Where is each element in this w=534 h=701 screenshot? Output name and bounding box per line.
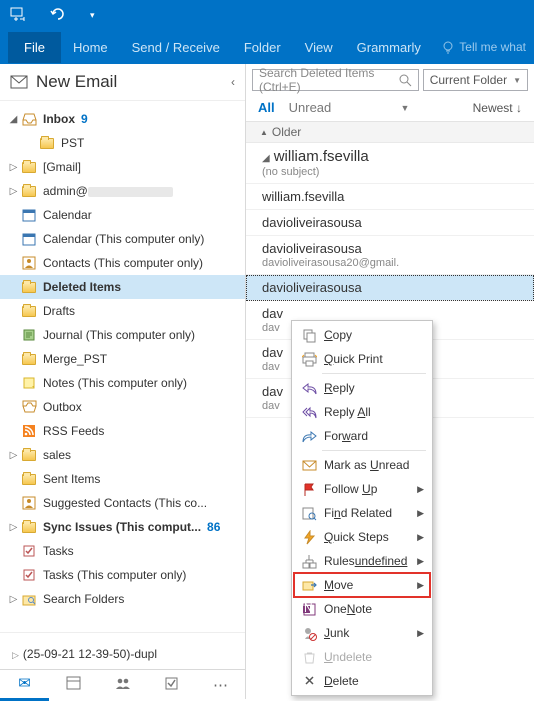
filter-all[interactable]: All: [258, 100, 275, 115]
nav-footer: ✉ ⋯: [0, 669, 245, 699]
find-icon: [298, 505, 320, 521]
envelope-closed-icon: [298, 457, 320, 473]
tree-item-notes[interactable]: Notes (This computer only): [0, 371, 245, 395]
collapse-nav-icon[interactable]: ‹: [231, 75, 235, 89]
tree-item-gmail[interactable]: ▷[Gmail]: [0, 155, 245, 179]
print-icon: [298, 351, 320, 367]
group-header-older[interactable]: ▲Older: [246, 122, 534, 143]
ctx-rules[interactable]: Rulesundefined▶: [294, 549, 430, 573]
tab-folder[interactable]: Folder: [232, 32, 293, 63]
tab-file[interactable]: File: [8, 32, 61, 63]
tree-item-calendar[interactable]: Calendar: [0, 203, 245, 227]
tree-item-journal[interactable]: Journal (This computer only): [0, 323, 245, 347]
forward-icon: [298, 428, 320, 444]
ctx-copy[interactable]: Copy: [294, 323, 430, 347]
ctx-followup[interactable]: Follow Up▶: [294, 477, 430, 501]
copy-icon: [298, 327, 320, 343]
tree-item-outbox[interactable]: Outbox: [0, 395, 245, 419]
qat-dropdown-icon[interactable]: ▾: [84, 6, 101, 25]
ctx-reply[interactable]: Reply: [294, 376, 430, 400]
search-scope-label: Current Folder: [430, 73, 507, 87]
ctx-onenote[interactable]: NOneNote: [294, 597, 430, 621]
undo-icon[interactable]: [44, 3, 72, 28]
search-scope-dropdown[interactable]: Current Folder ▼: [423, 69, 528, 91]
tree-item-sales[interactable]: ▷sales: [0, 443, 245, 467]
tree-item-drafts[interactable]: Drafts: [0, 299, 245, 323]
more-views-icon[interactable]: ⋯: [196, 670, 245, 700]
chevron-down-icon: ▼: [513, 76, 521, 85]
ctx-markunread[interactable]: Mark as Unread: [294, 453, 430, 477]
replyall-icon: [298, 404, 320, 420]
message-item[interactable]: william.fsevilla: [246, 184, 534, 210]
ctx-move[interactable]: Move▶: [294, 573, 430, 597]
tree-item-tasks[interactable]: Tasks: [0, 539, 245, 563]
message-item[interactable]: davioliveirasousa: [246, 210, 534, 236]
tree-item-admin[interactable]: ▷admin@: [0, 179, 245, 203]
tree-item-search-folders[interactable]: ▷Search Folders: [0, 587, 245, 611]
ctx-quickprint[interactable]: Quick Print: [294, 347, 430, 371]
tree-item-sync[interactable]: ▷Sync Issues (This comput...86: [0, 515, 245, 539]
sort-newest[interactable]: Newest ↓: [473, 101, 522, 115]
quicksteps-icon: [298, 529, 320, 545]
rules-icon: [298, 553, 320, 569]
bulb-icon: [441, 40, 455, 54]
ribbon-tabs: File Home Send / Receive Folder View Gra…: [0, 30, 534, 64]
data-file-item[interactable]: ▷(25-09-21 12-39-50)-dupl: [0, 639, 245, 669]
tree-item-pst[interactable]: PST: [0, 131, 245, 155]
message-item[interactable]: davioliveirasousa: [246, 275, 534, 301]
ctx-findrelated[interactable]: Find Related▶: [294, 501, 430, 525]
message-item[interactable]: davioliveirasousa davioliveirasousa20@gm…: [246, 236, 534, 275]
tree-item-contacts-tco[interactable]: Contacts (This computer only): [0, 251, 245, 275]
message-item[interactable]: ◢william.fsevilla (no subject): [246, 143, 534, 184]
tasks-view-icon[interactable]: [147, 670, 196, 700]
ctx-quicksteps[interactable]: Quick Steps▶: [294, 525, 430, 549]
filter-unread[interactable]: Unread: [289, 100, 332, 115]
tree-item-deleted[interactable]: Deleted Items: [0, 275, 245, 299]
delete-icon: [298, 673, 320, 689]
tree-item-inbox[interactable]: ◢Inbox9: [0, 107, 245, 131]
qat-send-receive-icon[interactable]: [4, 2, 32, 29]
mail-view-icon[interactable]: ✉: [0, 668, 49, 701]
calendar-view-icon[interactable]: [49, 669, 98, 700]
ctx-undelete: Undelete: [294, 645, 430, 669]
context-menu: CopyQuick Print ReplyReply AllForward Mark…: [291, 320, 433, 696]
move-icon: [298, 577, 320, 593]
tab-send-receive[interactable]: Send / Receive: [120, 32, 232, 63]
tell-me-label: Tell me what: [459, 40, 526, 54]
tab-grammarly[interactable]: Grammarly: [345, 32, 433, 63]
ctx-replyall[interactable]: Reply All: [294, 400, 430, 424]
search-placeholder: Search Deleted Items (Ctrl+E): [259, 66, 412, 94]
filter-arrange-dropdown[interactable]: ▼: [400, 103, 409, 113]
tree-item-suggested[interactable]: Suggested Contacts (This co...: [0, 491, 245, 515]
tab-home[interactable]: Home: [61, 32, 120, 63]
junk-icon: [298, 625, 320, 641]
tell-me[interactable]: Tell me what: [441, 40, 526, 54]
flag-icon: [298, 481, 320, 497]
people-view-icon[interactable]: [98, 670, 147, 700]
tree-item-tasks-tco[interactable]: Tasks (This computer only): [0, 563, 245, 587]
nav-pane: New Email ‹ ◢Inbox9PST▷[Gmail]▷admin@Cal…: [0, 64, 246, 699]
tree-item-rss[interactable]: RSS Feeds: [0, 419, 245, 443]
new-email-button[interactable]: New Email: [36, 72, 117, 92]
tree-item-merge[interactable]: Merge_PST: [0, 347, 245, 371]
folder-tree: ◢Inbox9PST▷[Gmail]▷admin@CalendarCalenda…: [0, 101, 245, 626]
reply-icon: [298, 380, 320, 396]
undelete-icon: [298, 649, 320, 665]
title-bar: ▾: [0, 0, 534, 30]
new-email-icon: [10, 75, 28, 89]
svg-text:N: N: [304, 602, 313, 615]
tab-view[interactable]: View: [293, 32, 345, 63]
search-input[interactable]: Search Deleted Items (Ctrl+E): [252, 69, 419, 91]
tree-item-calendar-tco[interactable]: Calendar (This computer only): [0, 227, 245, 251]
search-icon: [399, 74, 412, 87]
ctx-junk[interactable]: Junk▶: [294, 621, 430, 645]
ctx-delete[interactable]: Delete: [294, 669, 430, 693]
tree-item-sent[interactable]: Sent Items: [0, 467, 245, 491]
onenote-icon: N: [298, 601, 320, 617]
ctx-forward[interactable]: Forward: [294, 424, 430, 448]
